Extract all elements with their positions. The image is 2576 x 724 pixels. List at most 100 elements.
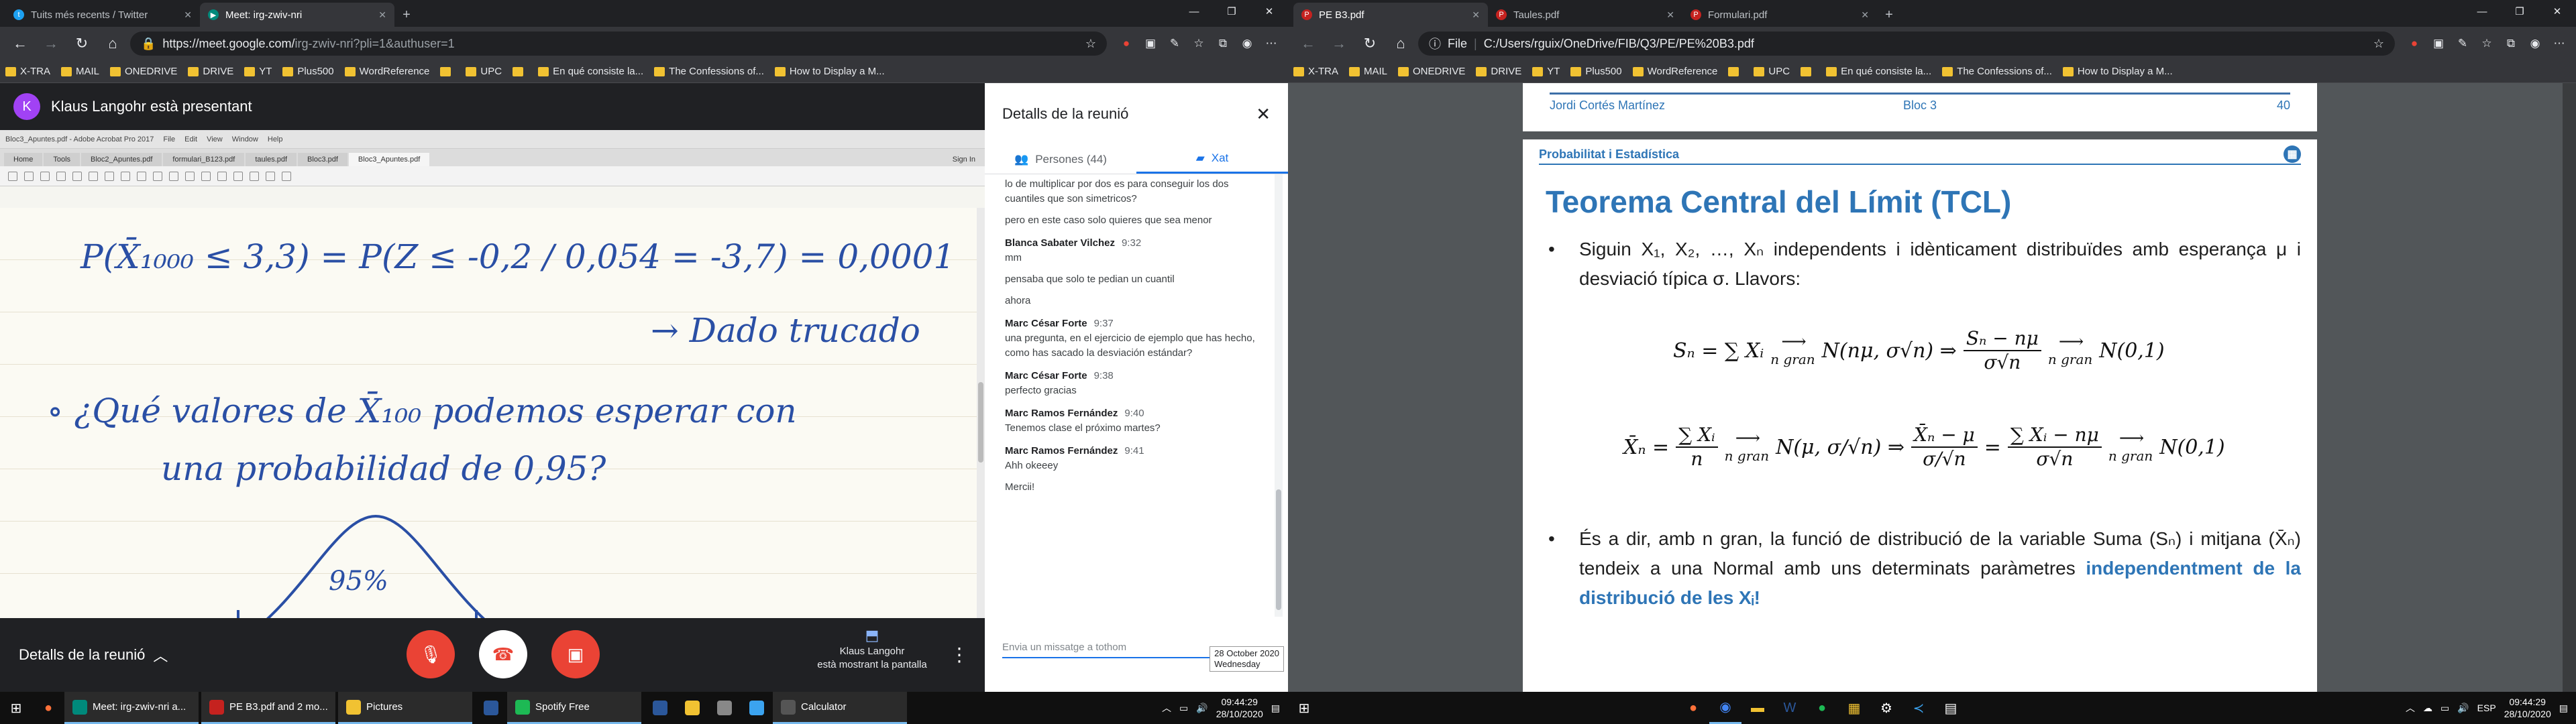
minimize-button[interactable]: — — [2463, 0, 2501, 23]
taskbar-app[interactable]: Pictures — [338, 692, 472, 724]
clock[interactable]: 09:44:29 28/10/2020 — [1216, 696, 1263, 720]
notifications-icon[interactable]: ▤ — [1271, 703, 1280, 714]
close-window-button[interactable]: ✕ — [2538, 0, 2576, 23]
extension-icon[interactable]: ● — [2404, 34, 2424, 54]
taskbar-pinned-icon[interactable] — [644, 692, 676, 724]
bookmark-item[interactable]: Plus500 — [1570, 66, 1622, 77]
back-button[interactable]: ← — [7, 30, 34, 57]
bookmark-item[interactable]: How to Display a M... — [774, 66, 885, 77]
back-button[interactable]: ← — [1295, 30, 1322, 57]
bookmark-item[interactable]: YT — [1532, 66, 1560, 77]
bookmark-item[interactable]: How to Display a M... — [2062, 66, 2173, 77]
tab-twitter[interactable]: t Tuits més recents / Twitter ✕ — [5, 3, 200, 27]
chat-input[interactable]: Envia un missatge a tothom — [1002, 642, 1237, 658]
bookmark-item[interactable]: YT — [244, 66, 272, 77]
menu-icon[interactable]: ⋯ — [2549, 34, 2569, 54]
taskbar-app[interactable]: Calculator — [773, 692, 907, 724]
bookmark-item[interactable]: DRIVE — [188, 66, 233, 77]
volume-icon[interactable]: 🔊 — [2457, 703, 2469, 714]
taskbar-app[interactable]: PE B3.pdf and 2 mo... — [201, 692, 335, 724]
tab-meet[interactable]: ▶ Meet: irg-zwiv-nri ✕ — [200, 3, 394, 27]
taskbar-app[interactable]: Meet: irg-zwiv-nri a... — [64, 692, 199, 724]
tab-people[interactable]: 👥 Persones (44) — [985, 145, 1136, 174]
chrome-icon[interactable]: ◉ — [1709, 692, 1741, 724]
mic-off-button[interactable]: 🎙 — [407, 630, 455, 678]
pdf-scrollbar[interactable] — [2563, 83, 2576, 692]
close-icon[interactable]: ✕ — [1666, 9, 1674, 21]
bookmark-item[interactable] — [440, 66, 455, 76]
tab-formulari[interactable]: P Formulari.pdf ✕ — [1682, 3, 1877, 27]
extension-icon[interactable]: ▣ — [1140, 34, 1161, 54]
bookmark-item[interactable] — [513, 66, 527, 76]
vscode-icon[interactable]: ≺ — [1902, 692, 1935, 724]
bookmark-item[interactable]: ONEDRIVE — [1398, 66, 1465, 77]
bookmark-item[interactable]: MAIL — [61, 66, 99, 77]
bookmark-item[interactable]: X-TRA — [1293, 66, 1338, 77]
bookmark-item[interactable]: WordReference — [344, 66, 429, 77]
onedrive-icon[interactable]: ☁ — [2423, 703, 2432, 714]
bookmark-item[interactable]: The Confessions of... — [1942, 66, 2052, 77]
bookmark-item[interactable]: DRIVE — [1476, 66, 1521, 77]
tray-up-icon[interactable]: ︿ — [2406, 701, 2415, 715]
spotify-icon[interactable]: ● — [1806, 692, 1838, 724]
start-button[interactable]: ⊞ — [1288, 692, 1320, 724]
address-bar[interactable]: 🔒 https://meet.google.com/irg-zwiv-nri?p… — [130, 32, 1107, 56]
forward-button[interactable]: → — [1326, 30, 1352, 57]
close-icon[interactable]: ✕ — [378, 9, 386, 21]
chat-scrollbar[interactable] — [1275, 174, 1283, 617]
tab-taules[interactable]: P Taules.pdf ✕ — [1488, 3, 1682, 27]
tab-chat[interactable]: ▰ Xat — [1136, 145, 1288, 174]
close-icon[interactable]: ✕ — [1472, 9, 1480, 21]
favorites-icon[interactable]: ☆ — [1189, 34, 1209, 54]
restore-button[interactable]: ❐ — [2501, 0, 2538, 23]
bookmark-item[interactable]: Plus500 — [282, 66, 334, 77]
forward-button[interactable]: → — [38, 30, 64, 57]
bookmark-item[interactable]: En qué consiste la... — [538, 66, 643, 77]
close-icon[interactable]: ✕ — [184, 9, 192, 21]
explorer-icon[interactable]: ▬ — [1741, 692, 1774, 724]
extension-icon[interactable]: ● — [1116, 34, 1136, 54]
collections-icon[interactable]: ⧉ — [2501, 34, 2521, 54]
new-tab-button[interactable]: + — [1877, 3, 1901, 27]
scroll-thumb[interactable] — [1276, 489, 1281, 610]
favorites-icon[interactable]: ☆ — [2477, 34, 2497, 54]
star-icon[interactable]: ☆ — [2373, 37, 2384, 51]
bookmark-item[interactable]: UPC — [466, 66, 502, 77]
star-icon[interactable]: ☆ — [1085, 37, 1096, 51]
language-indicator[interactable]: ESP — [2477, 703, 2496, 713]
clock[interactable]: 09:44:29 28/10/2020 — [2504, 696, 2551, 720]
close-icon[interactable]: ✕ — [1256, 104, 1271, 125]
home-button[interactable]: ⌂ — [99, 30, 126, 57]
menu-icon[interactable]: ⋯ — [1261, 34, 1281, 54]
bookmark-item[interactable] — [1801, 66, 1815, 76]
taskbar-app[interactable]: Spotify Free — [507, 692, 641, 724]
taskbar-pinned-icon[interactable] — [475, 692, 507, 724]
extension-icon[interactable]: ▣ — [2428, 34, 2449, 54]
bookmark-item[interactable]: X-TRA — [5, 66, 50, 77]
firefox-icon[interactable]: ● — [1677, 692, 1709, 724]
calculator-icon[interactable]: ▤ — [1935, 692, 1967, 724]
network-icon[interactable]: ▭ — [2440, 703, 2449, 714]
start-button[interactable]: ⊞ — [0, 692, 32, 724]
reload-button[interactable]: ↻ — [1356, 30, 1383, 57]
bookmark-item[interactable]: WordReference — [1632, 66, 1717, 77]
bookmark-item[interactable]: UPC — [1754, 66, 1790, 77]
extension-icon[interactable]: ✎ — [1165, 34, 1185, 54]
taskbar-pinned-icon[interactable] — [676, 692, 708, 724]
bookmark-item[interactable]: MAIL — [1349, 66, 1387, 77]
collections-icon[interactable]: ⧉ — [1213, 34, 1233, 54]
notifications-icon[interactable]: ▤ — [2559, 703, 2568, 714]
tray-up-icon[interactable]: ︿ — [1162, 701, 1171, 715]
restore-button[interactable]: ❐ — [1213, 0, 1250, 23]
more-options-icon[interactable]: ⋮ — [950, 644, 969, 666]
close-window-button[interactable]: ✕ — [1250, 0, 1288, 23]
profile-avatar[interactable]: ◉ — [1237, 34, 1257, 54]
reload-button[interactable]: ↻ — [68, 30, 95, 57]
close-icon[interactable]: ✕ — [1861, 9, 1869, 21]
address-bar[interactable]: ⓘ File | C:/Users/rguix/OneDrive/FIB/Q3/… — [1418, 32, 2395, 56]
profile-avatar[interactable]: ◉ — [2525, 34, 2545, 54]
firefox-icon[interactable]: ● — [32, 692, 64, 724]
bookmark-item[interactable]: The Confessions of... — [654, 66, 764, 77]
tab-pe-b3[interactable]: P PE B3.pdf ✕ — [1293, 3, 1488, 27]
camera-off-button[interactable]: ▣ — [551, 630, 600, 678]
